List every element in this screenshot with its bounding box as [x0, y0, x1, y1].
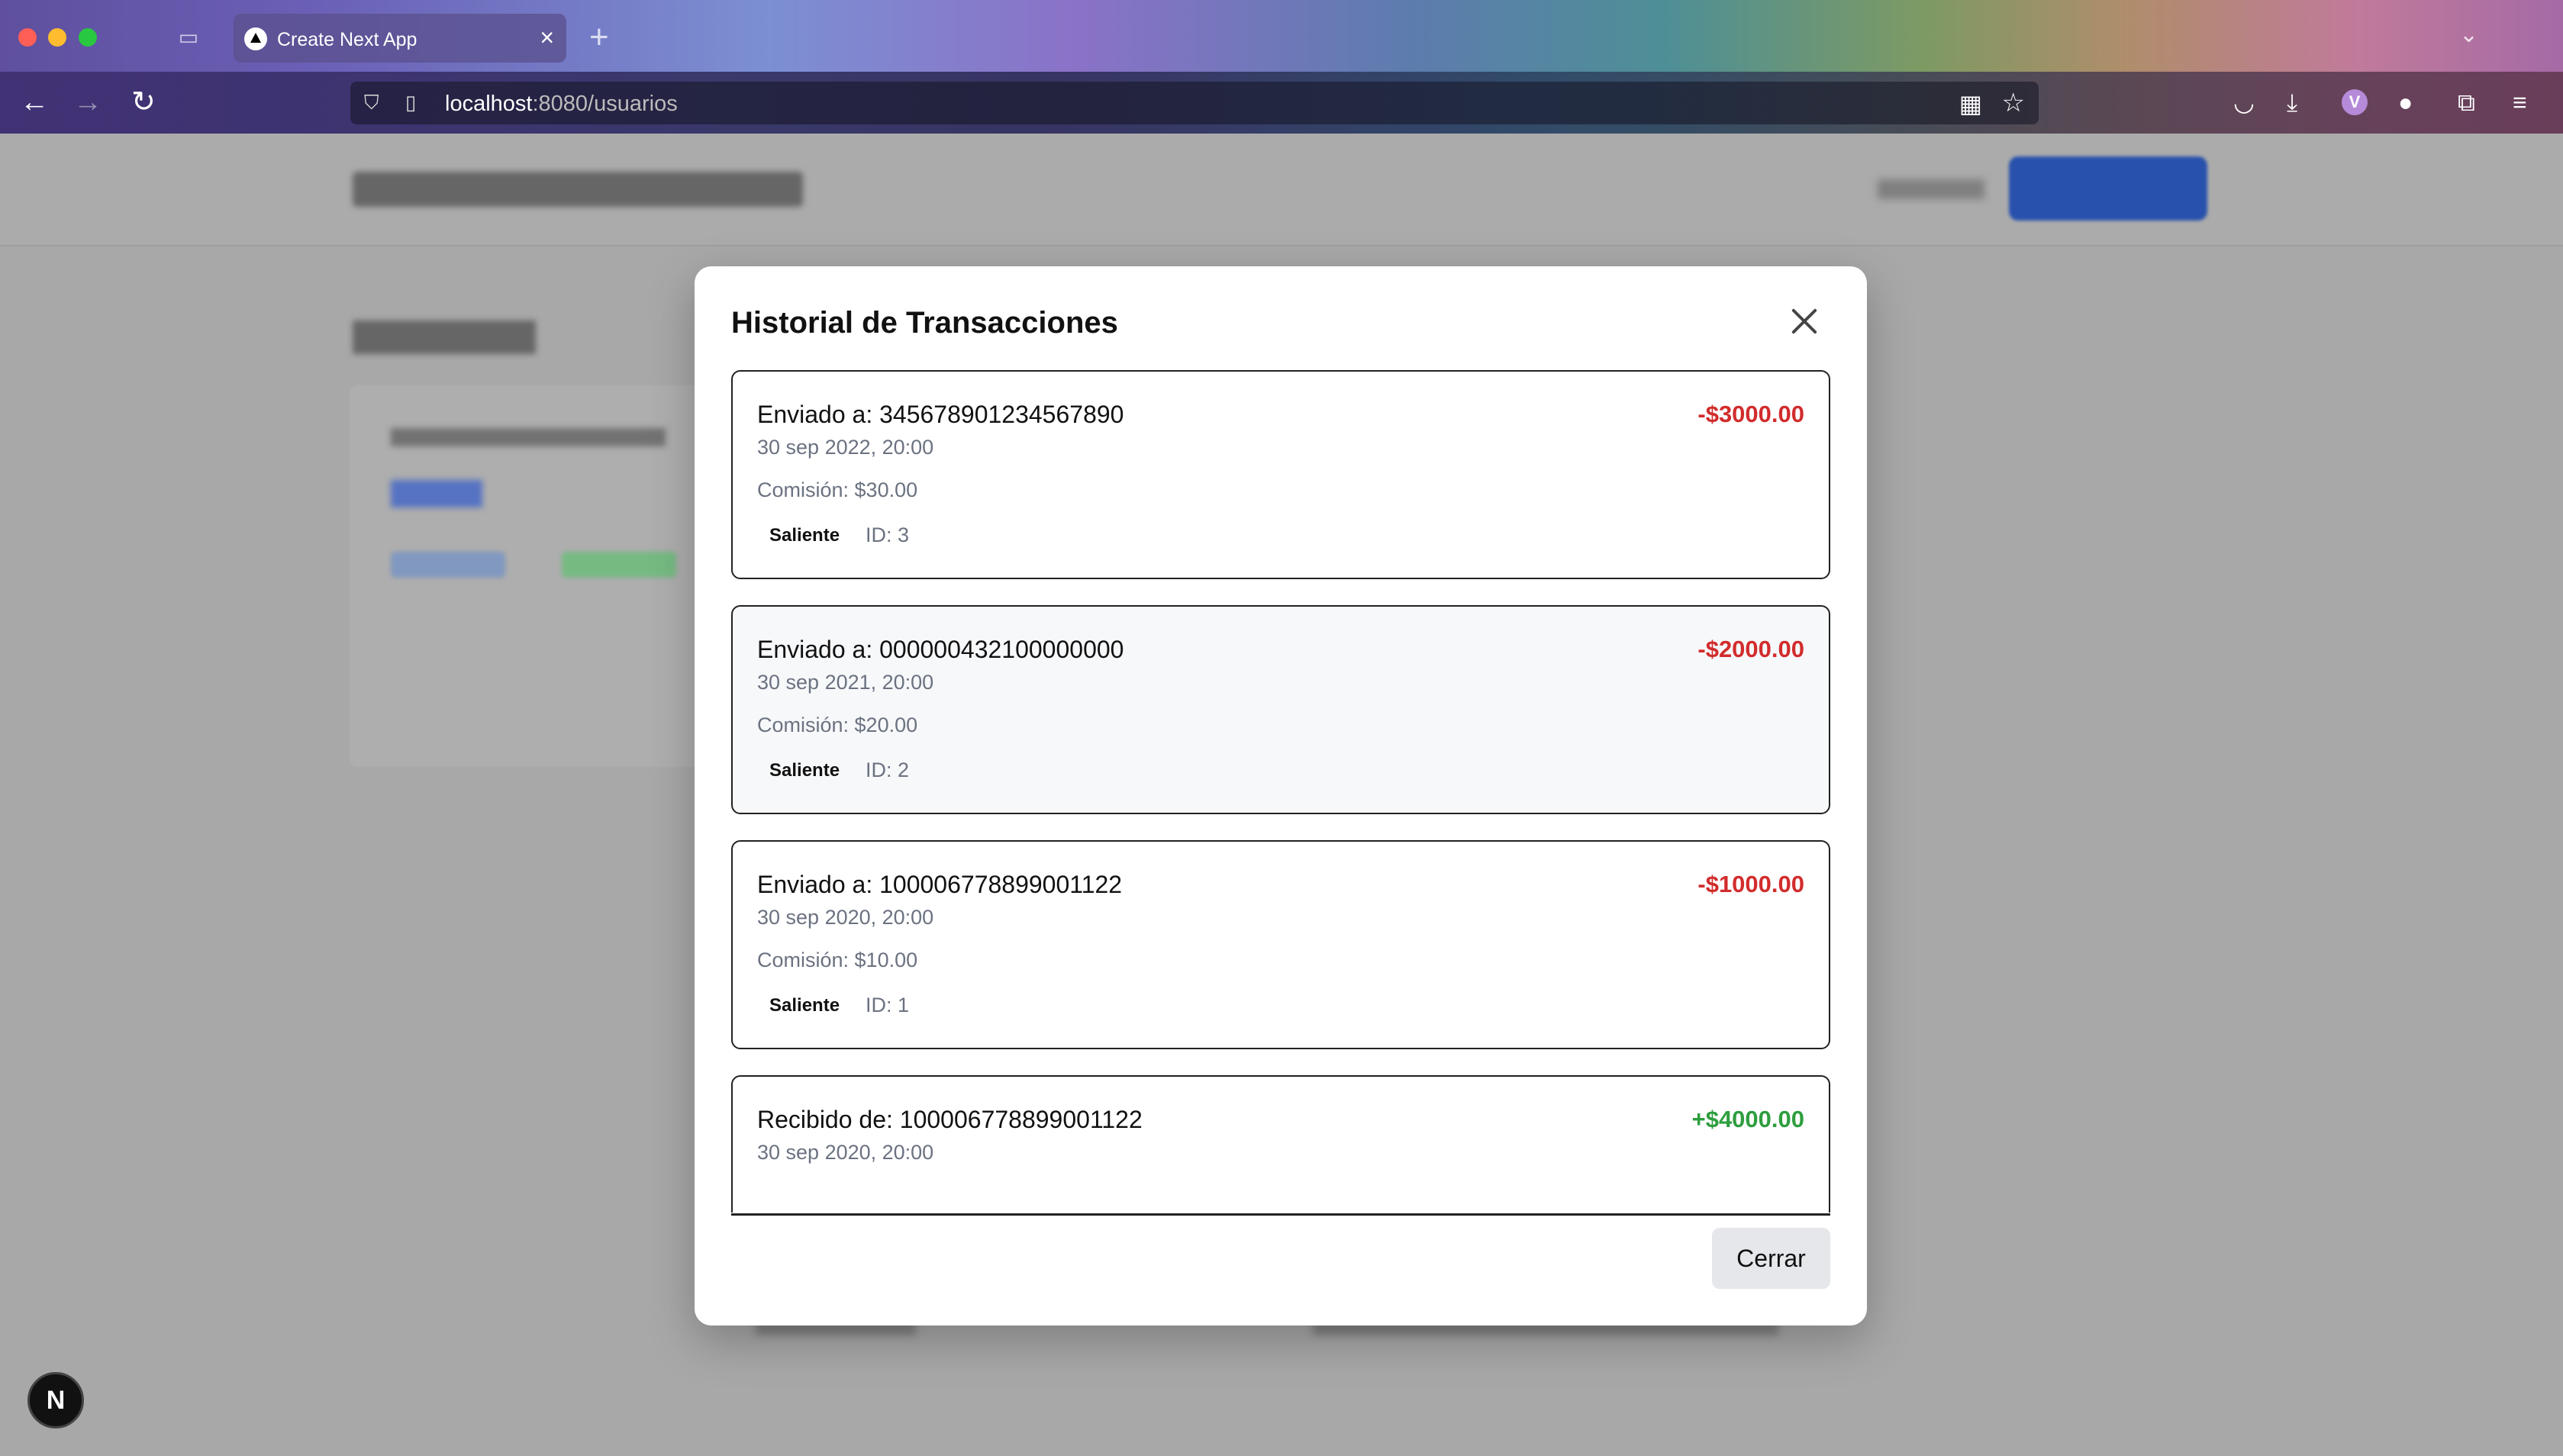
- transaction-party: Enviado a: 000000432100000000: [757, 636, 1124, 663]
- tab-overview-icon[interactable]: ▭: [176, 26, 201, 49]
- account-avatar[interactable]: V: [2342, 89, 2368, 115]
- tab-strip: ▭ Create Next App × + ⌄: [0, 0, 2563, 72]
- menu-icon[interactable]: ≡: [2513, 87, 2527, 118]
- transaction-amount: -$3000.00: [1697, 401, 1804, 427]
- url-host: localhost: [445, 92, 533, 116]
- transaction-fee: Comisión: $20.00: [757, 714, 918, 736]
- modal-title: Historial de Transacciones: [731, 306, 1118, 340]
- page-info-icon[interactable]: ▯: [405, 91, 416, 114]
- window-minimize-button[interactable]: [48, 28, 66, 47]
- back-button[interactable]: ←: [20, 87, 49, 118]
- bookmark-star-icon[interactable]: ☆: [2002, 88, 2025, 118]
- transaction-card[interactable]: Enviado a: 345678901234567890 30 sep 202…: [731, 370, 1830, 579]
- url-text[interactable]: localhost:8080/usuarios: [445, 92, 678, 117]
- transaction-type-badge: Saliente: [769, 995, 840, 1016]
- transaction-fee: Comisión: $30.00: [757, 478, 918, 501]
- transaction-party: Recibido de: 100006778899001122: [757, 1106, 1143, 1133]
- list-all-tabs-icon[interactable]: ⌄: [2459, 21, 2478, 48]
- transaction-card[interactable]: Enviado a: 100006778899001122 30 sep 202…: [731, 840, 1830, 1049]
- downloads-icon[interactable]: ⤓: [2287, 87, 2297, 118]
- transaction-amount: -$2000.00: [1697, 636, 1804, 662]
- transaction-id: ID: 1: [866, 994, 910, 1016]
- nextjs-dev-indicator[interactable]: N: [27, 1372, 84, 1429]
- transaction-type-badge: Saliente: [769, 760, 840, 781]
- transactions-list[interactable]: Enviado a: 345678901234567890 30 sep 202…: [731, 370, 1830, 1213]
- window-close-button[interactable]: [18, 28, 37, 47]
- transaction-id: ID: 3: [866, 523, 910, 546]
- extensions-icon[interactable]: ⧉: [2458, 87, 2475, 118]
- transaction-amount: -$1000.00: [1697, 871, 1804, 897]
- cerrar-button[interactable]: Cerrar: [1712, 1228, 1830, 1289]
- transaction-amount: +$4000.00: [1691, 1106, 1804, 1132]
- transaction-party: Enviado a: 345678901234567890: [757, 401, 1124, 428]
- window-zoom-button[interactable]: [79, 28, 97, 47]
- url-path: :8080/usuarios: [532, 92, 678, 116]
- browser-chrome: ▭ Create Next App × + ⌄ ← → ↻ ⛉ ▯ localh…: [0, 0, 2563, 134]
- shield-icon[interactable]: ⛉: [364, 91, 384, 114]
- nextjs-favicon-icon: [244, 27, 267, 50]
- transaction-party: Enviado a: 100006778899001122: [757, 871, 1123, 898]
- reload-button[interactable]: ↻: [131, 87, 156, 118]
- extension-icon[interactable]: ●: [2398, 87, 2413, 118]
- new-tab-button[interactable]: +: [589, 18, 609, 56]
- url-bar[interactable]: ⛉ ▯ localhost:8080/usuarios ▦ ☆: [350, 82, 2039, 124]
- transaction-type-badge: Saliente: [769, 525, 840, 546]
- modal-footer-divider: [731, 1213, 1830, 1216]
- tab-create-next-app[interactable]: Create Next App ×: [234, 14, 566, 63]
- transaction-date: 30 sep 2020, 20:00: [757, 1141, 934, 1164]
- transaction-date: 30 sep 2022, 20:00: [757, 436, 934, 459]
- pocket-icon[interactable]: ◡: [2233, 87, 2255, 118]
- close-icon[interactable]: [1786, 303, 1823, 340]
- transaction-fee: Comisión: $10.00: [757, 949, 918, 971]
- tab-close-icon[interactable]: ×: [540, 24, 554, 50]
- transaction-date: 30 sep 2021, 20:00: [757, 671, 934, 694]
- transaction-date: 30 sep 2020, 20:00: [757, 906, 934, 929]
- transaction-card[interactable]: Enviado a: 000000432100000000 30 sep 202…: [731, 605, 1830, 814]
- qr-code-icon[interactable]: ▦: [1959, 89, 1982, 118]
- transaction-history-modal: Historial de Transacciones Enviado a: 34…: [695, 266, 1867, 1326]
- transaction-id: ID: 2: [866, 759, 910, 781]
- tab-title: Create Next App: [277, 29, 417, 50]
- transaction-card[interactable]: Recibido de: 100006778899001122 30 sep 2…: [731, 1075, 1830, 1213]
- forward-button[interactable]: →: [73, 87, 102, 118]
